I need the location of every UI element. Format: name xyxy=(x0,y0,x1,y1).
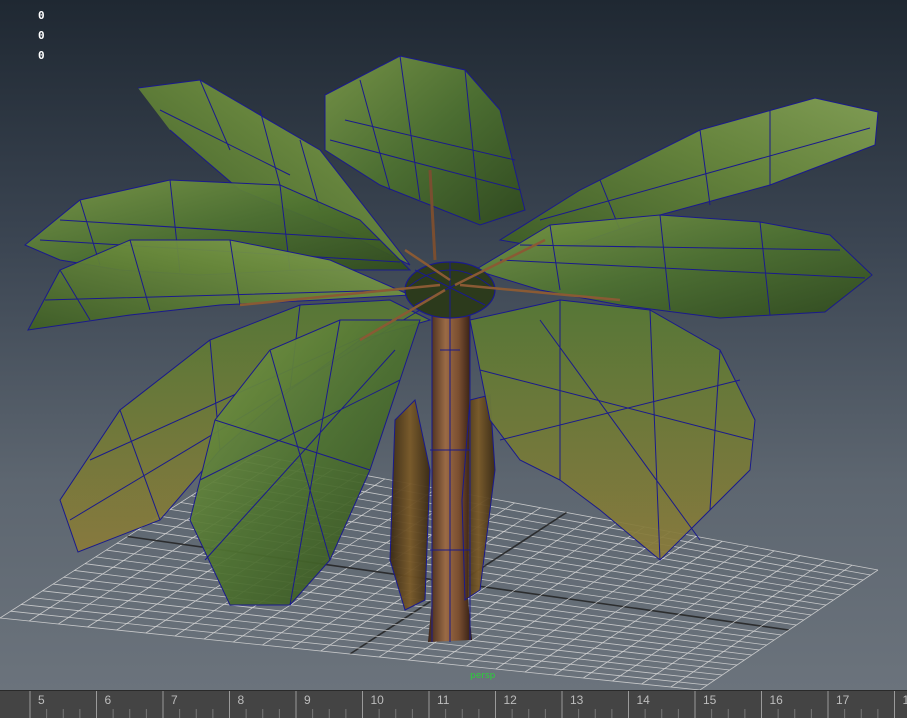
timeline-tick-label: 10 xyxy=(370,693,384,707)
hud-line-3: 0 xyxy=(38,49,45,62)
timeline-tick-label: 8 xyxy=(237,693,245,707)
timeline-tick-label: 6 xyxy=(104,693,112,707)
perspective-viewport[interactable]: 0 0 0 persp xyxy=(0,0,907,690)
timeline-tick-label: 9 xyxy=(304,693,311,707)
timeline-tick-label: 11 xyxy=(437,693,450,707)
grid-line xyxy=(641,560,827,685)
timeline-tick-label: 7 xyxy=(171,693,178,707)
grid-line xyxy=(42,590,730,671)
grid-line xyxy=(553,545,749,676)
timeline-tick-label: 12 xyxy=(503,693,517,707)
hud-line-2: 0 xyxy=(38,29,45,42)
timeline-tick-label: 15 xyxy=(703,693,717,707)
hud-line-1: 0 xyxy=(38,9,45,22)
grid-line xyxy=(10,610,708,686)
time-slider[interactable]: 5 6 7 8 9 10 11 12 13 14 15 16 17 18 xyxy=(0,690,907,718)
timeline-tick-label: 16 xyxy=(769,693,783,707)
timeline-tick-label: 14 xyxy=(636,693,650,707)
grid-line xyxy=(466,531,671,667)
grid-line xyxy=(699,569,879,690)
grid-line xyxy=(524,540,723,673)
origin-label: persp xyxy=(470,671,496,681)
scene-canvas[interactable] xyxy=(0,0,907,690)
frond-front-right[interactable] xyxy=(469,299,756,561)
timeline-tick-label: 18 xyxy=(902,693,907,707)
hud-readout: 0 0 0 xyxy=(38,6,45,66)
grid-line xyxy=(495,536,697,670)
timeline-tick-label: 17 xyxy=(836,693,850,707)
timeline-tick-label: 13 xyxy=(570,693,584,707)
grid-line xyxy=(21,604,715,681)
grid-line xyxy=(31,597,723,676)
timeline-tick-label: 5 xyxy=(38,693,45,707)
grid-line xyxy=(670,564,853,688)
maya-app: 0 0 0 persp 5 6 7 8 9 10 11 12 13 14 15 16 17 18 xyxy=(0,0,907,718)
grid-line xyxy=(612,555,801,682)
